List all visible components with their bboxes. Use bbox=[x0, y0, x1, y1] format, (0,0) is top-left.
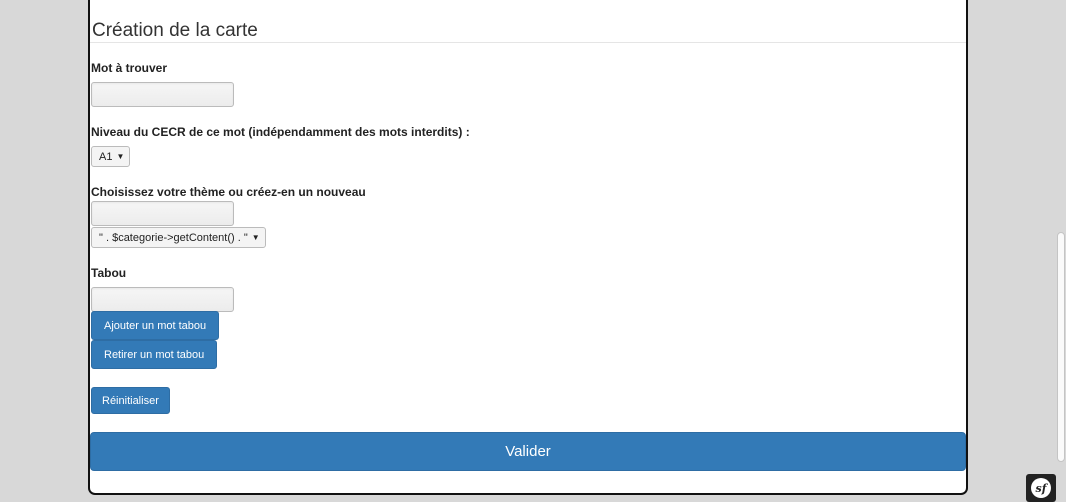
chevron-down-icon: ▼ bbox=[116, 152, 125, 161]
theme-input[interactable] bbox=[91, 201, 234, 226]
word-label: Mot à trouver bbox=[91, 61, 168, 75]
level-select[interactable]: A1 ▼ bbox=[91, 146, 131, 167]
chevron-down-icon: ▼ bbox=[251, 233, 260, 242]
symfony-toolbar-button[interactable]: sf bbox=[1026, 474, 1056, 502]
title-divider bbox=[90, 42, 966, 43]
add-taboo-button[interactable]: Ajouter un mot tabou bbox=[91, 311, 220, 340]
card-title: Création de la carte bbox=[92, 20, 258, 41]
page: Création de la carte Mot à trouver Nivea… bbox=[0, 0, 1066, 502]
theme-select-value: " . $categorie->getContent() . " bbox=[99, 231, 248, 244]
remove-taboo-button[interactable]: Retirer un mot tabou bbox=[91, 340, 218, 369]
card-form: Création de la carte Mot à trouver Nivea… bbox=[88, 0, 968, 495]
symfony-icon: sf bbox=[1031, 478, 1051, 498]
level-label: Niveau du CECR de ce mot (indépendamment… bbox=[91, 125, 470, 139]
taboo-label: Tabou bbox=[91, 266, 127, 280]
word-input[interactable] bbox=[91, 82, 234, 107]
theme-label: Choisissez votre thème ou créez-en un no… bbox=[91, 185, 366, 199]
reset-button[interactable]: Réinitialiser bbox=[91, 387, 170, 414]
theme-select[interactable]: " . $categorie->getContent() . " ▼ bbox=[91, 227, 266, 248]
taboo-input[interactable] bbox=[91, 287, 234, 312]
scrollbar-thumb[interactable] bbox=[1057, 232, 1065, 462]
level-select-value: A1 bbox=[99, 150, 113, 163]
submit-button[interactable]: Valider bbox=[90, 432, 966, 471]
